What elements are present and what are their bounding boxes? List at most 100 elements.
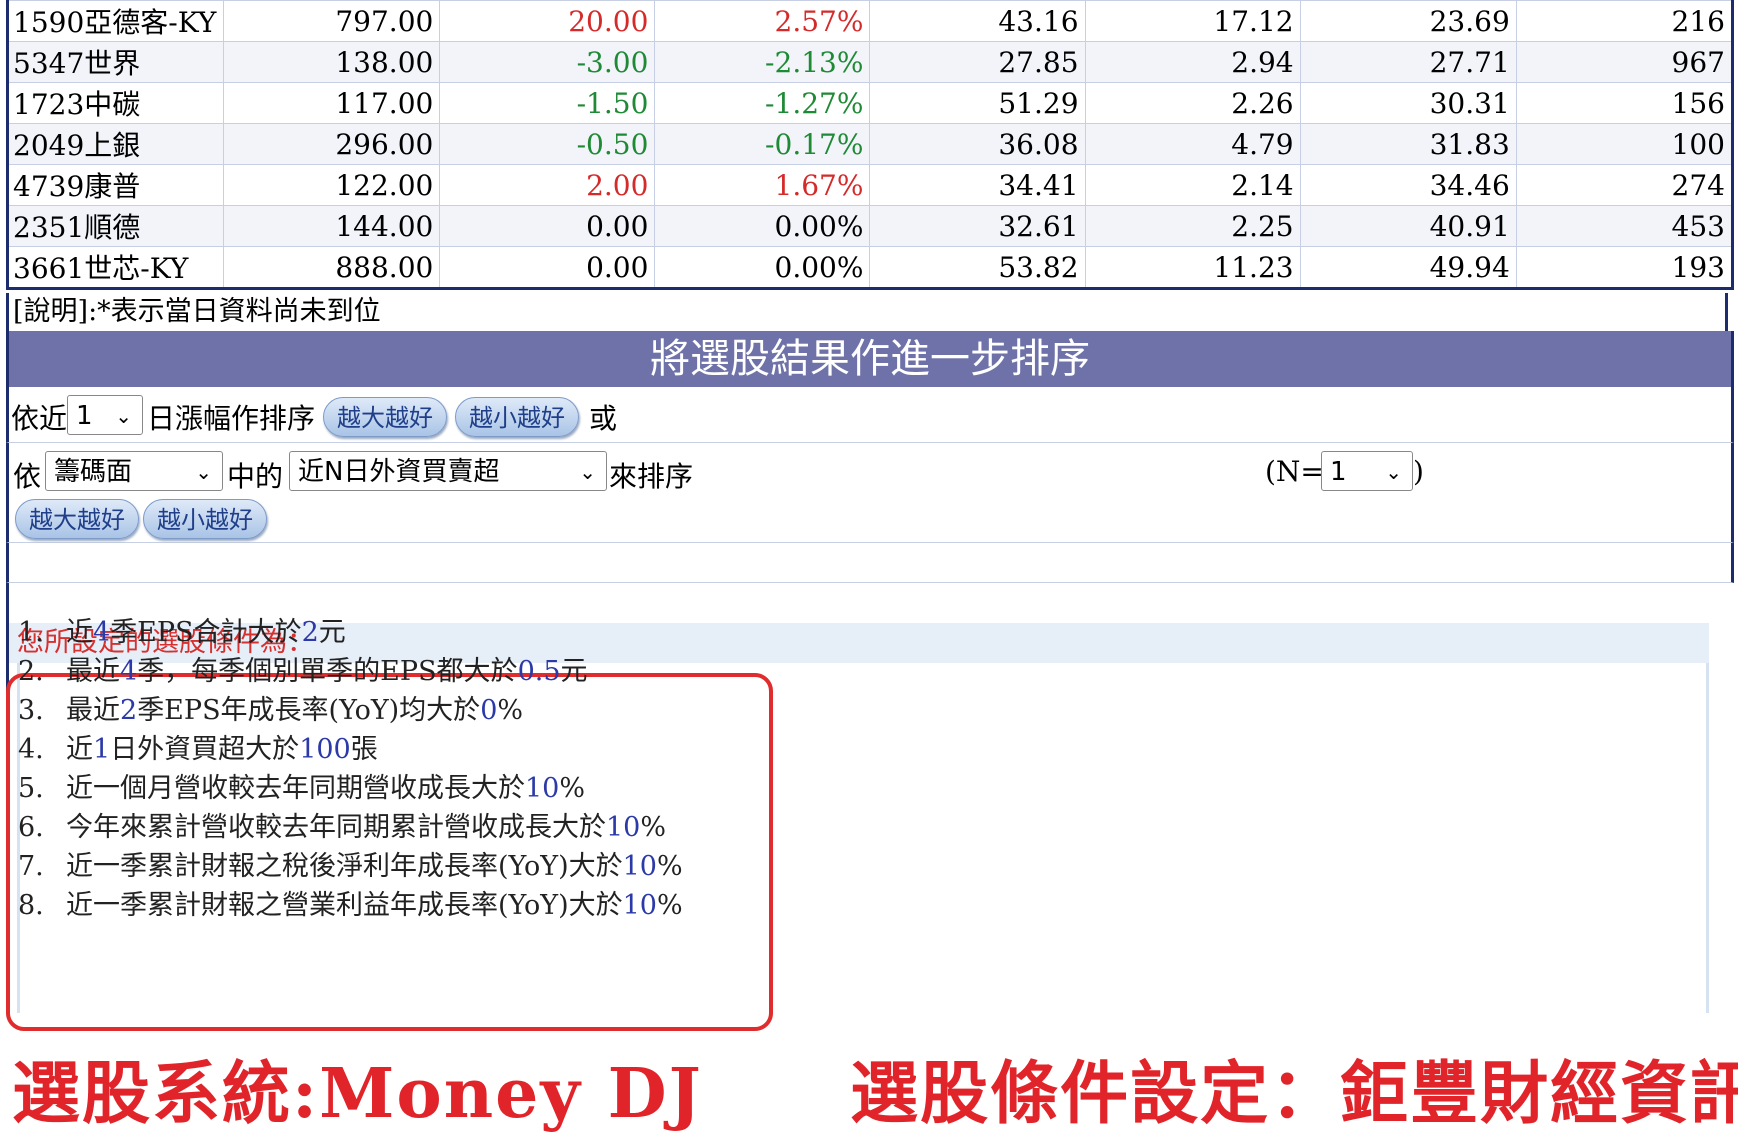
metric-cell: 2.26	[1084, 82, 1301, 124]
n-select[interactable]: 1 ⌄	[1321, 451, 1413, 491]
stock-name-cell: 1723中碳	[6, 82, 225, 124]
condition-text: 近一季累計財報之稅後淨利年成長率(YoY)大於	[66, 851, 623, 882]
price-cell: 122.00	[223, 164, 441, 206]
metric-cell: 27.85	[869, 41, 1086, 83]
condition-text: 近	[66, 617, 93, 648]
condition-text: 元	[318, 617, 346, 648]
change-pct-cell: 0.00%	[654, 205, 871, 247]
stock-name-cell: 3661世芯-KY	[6, 246, 225, 289]
metric-cell: 2.94	[1084, 41, 1301, 83]
change-cell: 2.00	[439, 164, 656, 206]
condition-text: 張	[350, 734, 378, 765]
sort-by-metric-row: 依 籌碼面 ⌄ 中的 近N日外資買賣超 ⌄ 來排序 (N= 1 ⌄ ) 越大越好…	[6, 443, 1734, 543]
change-cell: -0.50	[439, 123, 656, 165]
footer-caption: 選股系統:Money DJ 選股條件設定：鉅豐財經資訊	[12, 1038, 1738, 1134]
metric-cell: 274	[1515, 164, 1734, 206]
stock-name-cell: 1590亞德客-KY	[6, 0, 225, 42]
sort-days-suffix: 日漲幅作排序	[147, 402, 316, 435]
condition-value: 2	[301, 617, 319, 648]
sort-by-change-row: 依近 1 ⌄ 日漲幅作排序 越大越好 越小越好 或	[6, 387, 1734, 443]
change-cell: -3.00	[439, 41, 656, 83]
metric-cell: 4.79	[1084, 123, 1301, 165]
metric-suffix: 來排序	[609, 460, 694, 493]
change-cell: 0.00	[439, 246, 656, 289]
footer-system-label: 選股系統:Money DJ	[12, 1054, 703, 1134]
sort-change-desc-button[interactable]: 越大越好	[323, 397, 447, 437]
metric-cell: 51.29	[869, 82, 1086, 124]
chevron-down-icon: ⌄	[115, 404, 132, 428]
footer-source-label: 選股條件設定：鉅豐財經資訊	[850, 1054, 1738, 1134]
price-cell: 138.00	[223, 41, 441, 83]
condition-item: 8. 近一季累計財報之營業利益年成長率(YoY)大於10%	[18, 883, 683, 922]
metric-cell: 34.41	[869, 164, 1086, 206]
condition-text: 日外資買超大於	[110, 734, 300, 765]
sort-metric-asc-button[interactable]: 越小越好	[143, 499, 267, 539]
condition-text: %	[559, 773, 586, 804]
sort-metric-desc-button[interactable]: 越大越好	[15, 499, 139, 539]
stock-name-cell: 2049上銀	[6, 123, 225, 165]
condition-item: 6. 今年來累計營收較去年同期累計營收成長大於10%	[18, 805, 666, 844]
chevron-down-icon: ⌄	[579, 460, 596, 484]
condition-value: 0	[480, 695, 498, 726]
sort-change-asc-button[interactable]: 越小越好	[455, 397, 579, 437]
days-select[interactable]: 1 ⌄	[67, 395, 143, 435]
condition-number: 7.	[18, 851, 44, 882]
condition-item: 7. 近一季累計財報之稅後淨利年成長率(YoY)大於10%	[18, 844, 683, 883]
price-cell: 888.00	[223, 246, 441, 289]
condition-value: 1	[93, 734, 111, 765]
change-cell: 0.00	[439, 205, 656, 247]
change-pct-cell: 1.67%	[654, 164, 871, 206]
metric-select[interactable]: 近N日外資買賣超 ⌄	[289, 451, 607, 491]
table-row: 2351順德 144.00 0.00 0.00% 32.61 2.25 40.91 453	[6, 205, 1734, 247]
condition-item: 1. 近4季EPS合計大於2元	[18, 610, 346, 649]
condition-text: 季EPS合計大於	[110, 617, 302, 648]
metric-cell: 156	[1515, 82, 1734, 124]
condition-value: 10	[622, 890, 657, 921]
n-close: )	[1413, 455, 1424, 488]
metric-cell: 193	[1515, 246, 1734, 289]
condition-number: 1.	[18, 617, 44, 648]
condition-value: 10	[622, 851, 657, 882]
condition-value: 100	[299, 734, 351, 765]
metric-cell: 100	[1515, 123, 1734, 165]
condition-value: 0.5	[517, 656, 561, 687]
condition-text: 元	[560, 656, 588, 687]
metric-cell: 2.14	[1084, 164, 1301, 206]
condition-text: %	[640, 812, 667, 843]
metric-cell: 31.83	[1299, 123, 1517, 165]
change-cell: -1.50	[439, 82, 656, 124]
condition-value: 4	[120, 656, 138, 687]
metric-cell: 34.46	[1299, 164, 1517, 206]
condition-text: 近一個月營收較去年同期營收成長大於	[66, 773, 525, 804]
stock-name-cell: 5347世界	[6, 41, 225, 83]
days-select-value: 1	[76, 401, 93, 431]
sort-days-prefix: 依近	[11, 402, 68, 435]
metric-cell: 11.23	[1084, 246, 1301, 289]
condition-number: 4.	[18, 734, 44, 765]
condition-item: 3. 最近2季EPS年成長率(YoY)均大於0%	[18, 688, 523, 727]
table-row: 5347世界 138.00 -3.00 -2.13% 27.85 2.94 27.71 967	[6, 41, 1734, 83]
table-note: [說明]:*表示當日資料尚未到位	[6, 293, 1728, 331]
stock-name-cell: 4739康普	[6, 164, 225, 206]
condition-text: 最近	[66, 656, 120, 687]
metric-cell: 43.16	[869, 0, 1086, 42]
condition-item: 4. 近1日外資買超大於100張	[18, 727, 378, 766]
metric-cell: 2.25	[1084, 205, 1301, 247]
n-label: (N=	[1265, 455, 1324, 488]
metric-select-value: 近N日外資買賣超	[298, 457, 500, 487]
metric-cell: 49.94	[1299, 246, 1517, 289]
metric-cell: 53.82	[869, 246, 1086, 289]
condition-text: 最近	[66, 695, 120, 726]
change-pct-cell: 0.00%	[654, 246, 871, 289]
metric-cell: 453	[1515, 205, 1734, 247]
condition-number: 6.	[18, 812, 44, 843]
metric-cell: 32.61	[869, 205, 1086, 247]
category-select[interactable]: 籌碼面 ⌄	[45, 451, 223, 491]
chevron-down-icon: ⌄	[1385, 460, 1402, 484]
condition-item: 2. 最近4季，每季個別單季的EPS都大於0.5元	[18, 649, 588, 688]
price-cell: 296.00	[223, 123, 441, 165]
metric-cell: 36.08	[869, 123, 1086, 165]
condition-number: 3.	[18, 695, 44, 726]
metric-cell: 40.91	[1299, 205, 1517, 247]
category-select-value: 籌碼面	[54, 457, 133, 487]
